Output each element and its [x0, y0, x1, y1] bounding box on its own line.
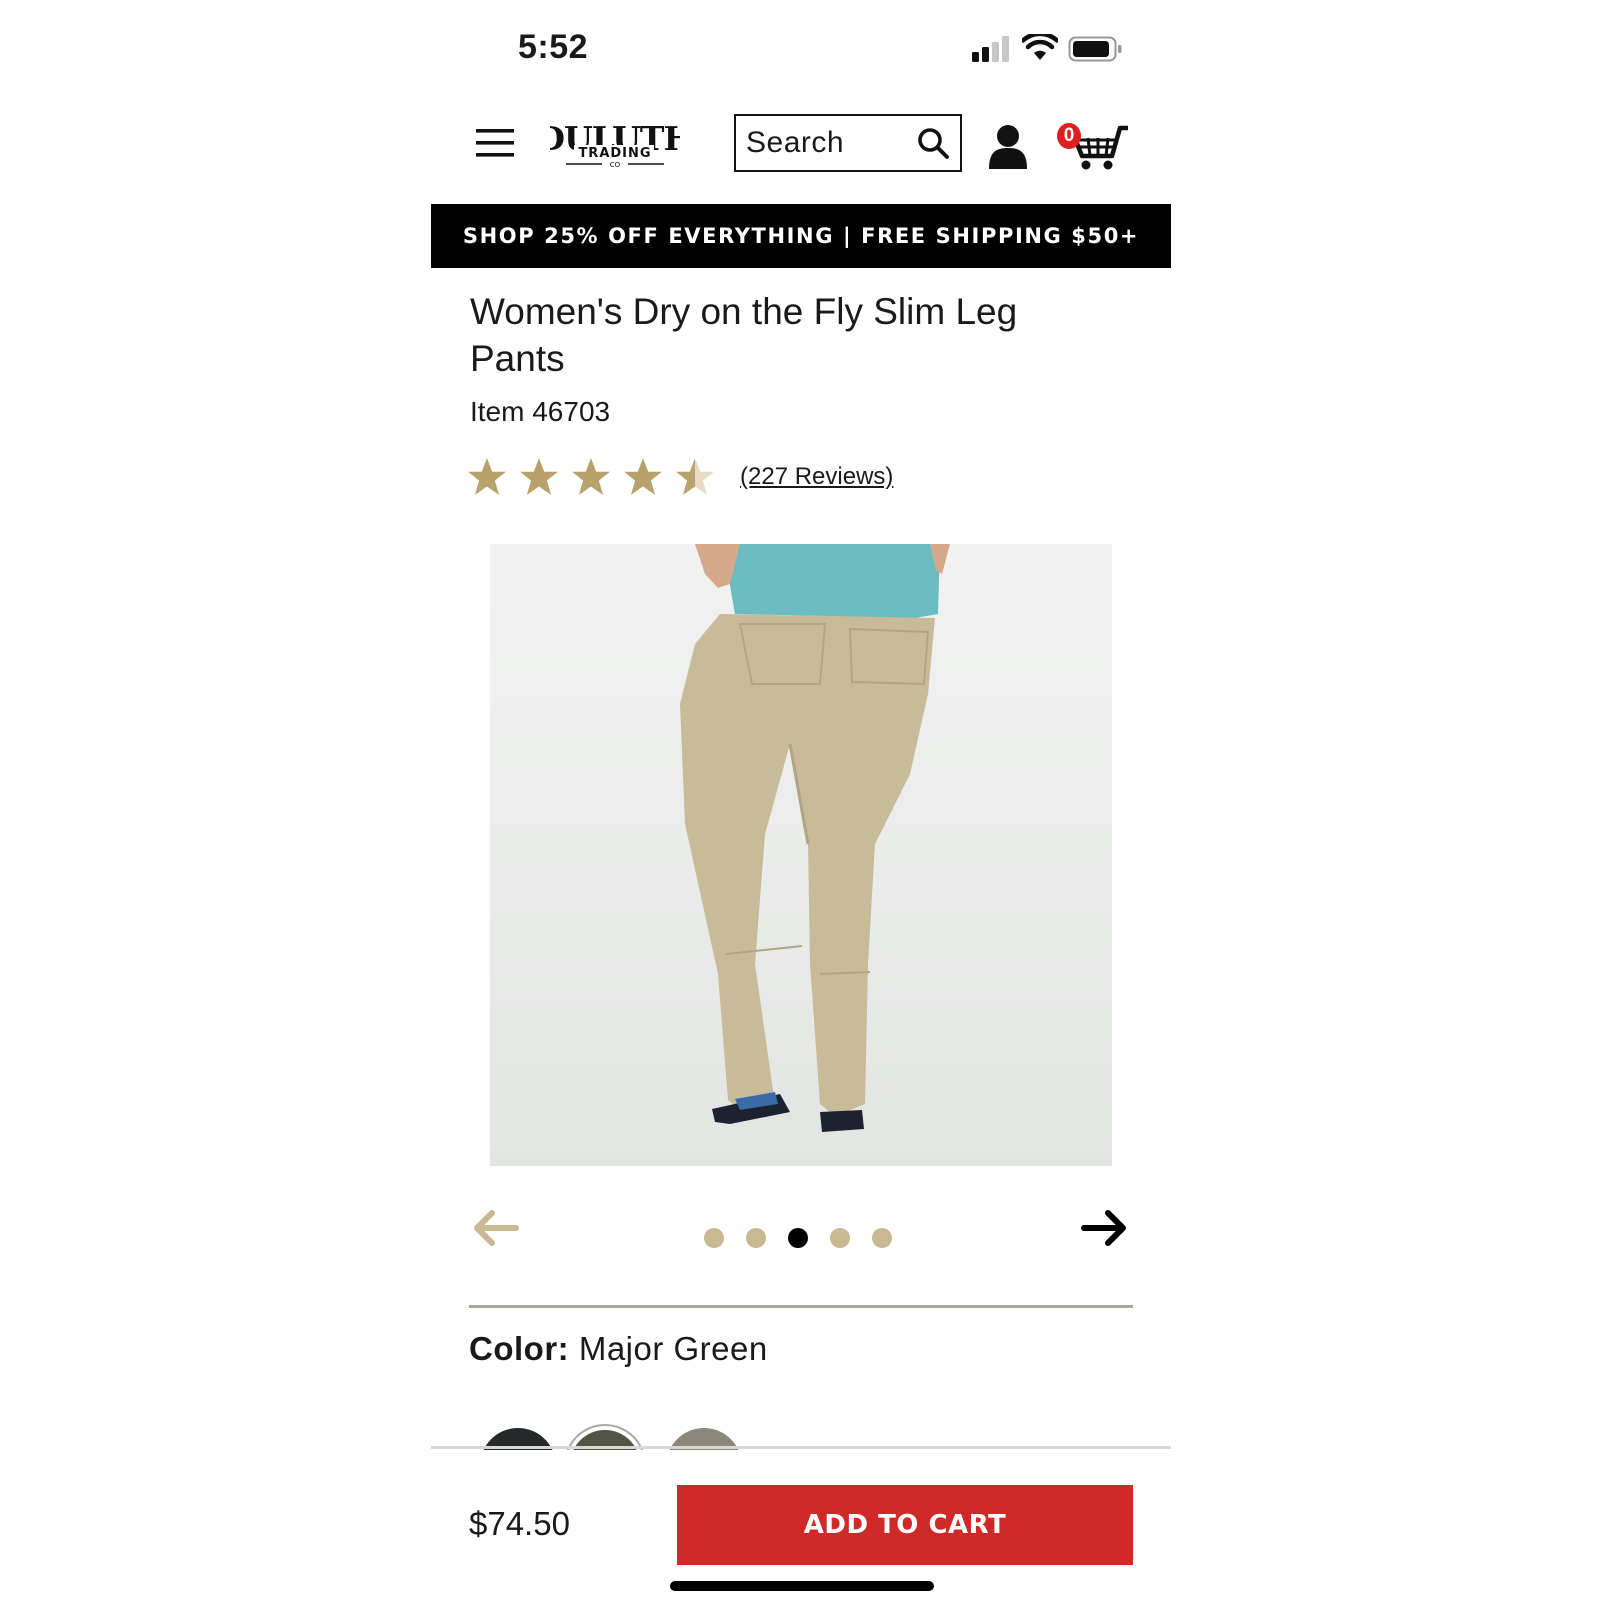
color-selection: Color: Major Green — [469, 1330, 768, 1368]
promo-banner[interactable]: SHOP 25% OFF EVERYTHING | FREE SHIPPING … — [431, 204, 1171, 268]
product-image[interactable] — [490, 544, 1112, 1166]
cart-count-badge: 0 — [1057, 123, 1081, 149]
half-star-icon — [676, 458, 714, 495]
search-icon[interactable] — [916, 126, 950, 160]
carousel-dot[interactable] — [830, 1228, 850, 1248]
account-icon[interactable] — [988, 124, 1028, 170]
star-icon — [468, 458, 506, 495]
bottom-bar-divider — [431, 1446, 1171, 1449]
carousel-dot[interactable] — [746, 1228, 766, 1248]
color-value: Major Green — [578, 1330, 768, 1367]
item-number: Item 46703 — [470, 396, 611, 427]
hamburger-menu-icon[interactable] — [476, 126, 518, 160]
duluth-trading-logo[interactable]: DULUTH TRADING CO D — [550, 120, 680, 172]
carousel-dot-active[interactable] — [788, 1228, 808, 1248]
reviews-link[interactable]: (227 Reviews) — [740, 463, 893, 491]
search-input[interactable] — [746, 126, 916, 160]
home-indicator[interactable] — [670, 1581, 934, 1591]
status-time: 5:52 — [518, 28, 589, 66]
next-arrow-icon[interactable] — [1080, 1208, 1130, 1248]
color-label: Color: — [469, 1330, 570, 1367]
search-box[interactable] — [734, 114, 962, 172]
previous-arrow-icon[interactable] — [470, 1208, 520, 1248]
price: $74.50 — [469, 1505, 570, 1542]
wifi-icon — [1022, 34, 1058, 60]
add-to-cart-button[interactable]: ADD TO CART — [677, 1485, 1133, 1565]
star-icon — [572, 458, 610, 495]
star-rating[interactable]: (227 Reviews) — [466, 454, 893, 500]
carousel-dot[interactable] — [872, 1228, 892, 1248]
product-title: Women's Dry on the Fly Slim Leg Pants — [470, 291, 1018, 379]
star-icon — [520, 458, 558, 495]
battery-icon — [1068, 36, 1122, 62]
pants-photo — [490, 544, 1112, 1166]
star-icon — [624, 458, 662, 495]
section-divider — [469, 1305, 1133, 1308]
carousel-dots — [704, 1228, 914, 1248]
carousel-dot[interactable] — [704, 1228, 724, 1248]
cellular-signal-icon — [972, 36, 1009, 62]
svg-text:CO: CO — [610, 161, 621, 169]
